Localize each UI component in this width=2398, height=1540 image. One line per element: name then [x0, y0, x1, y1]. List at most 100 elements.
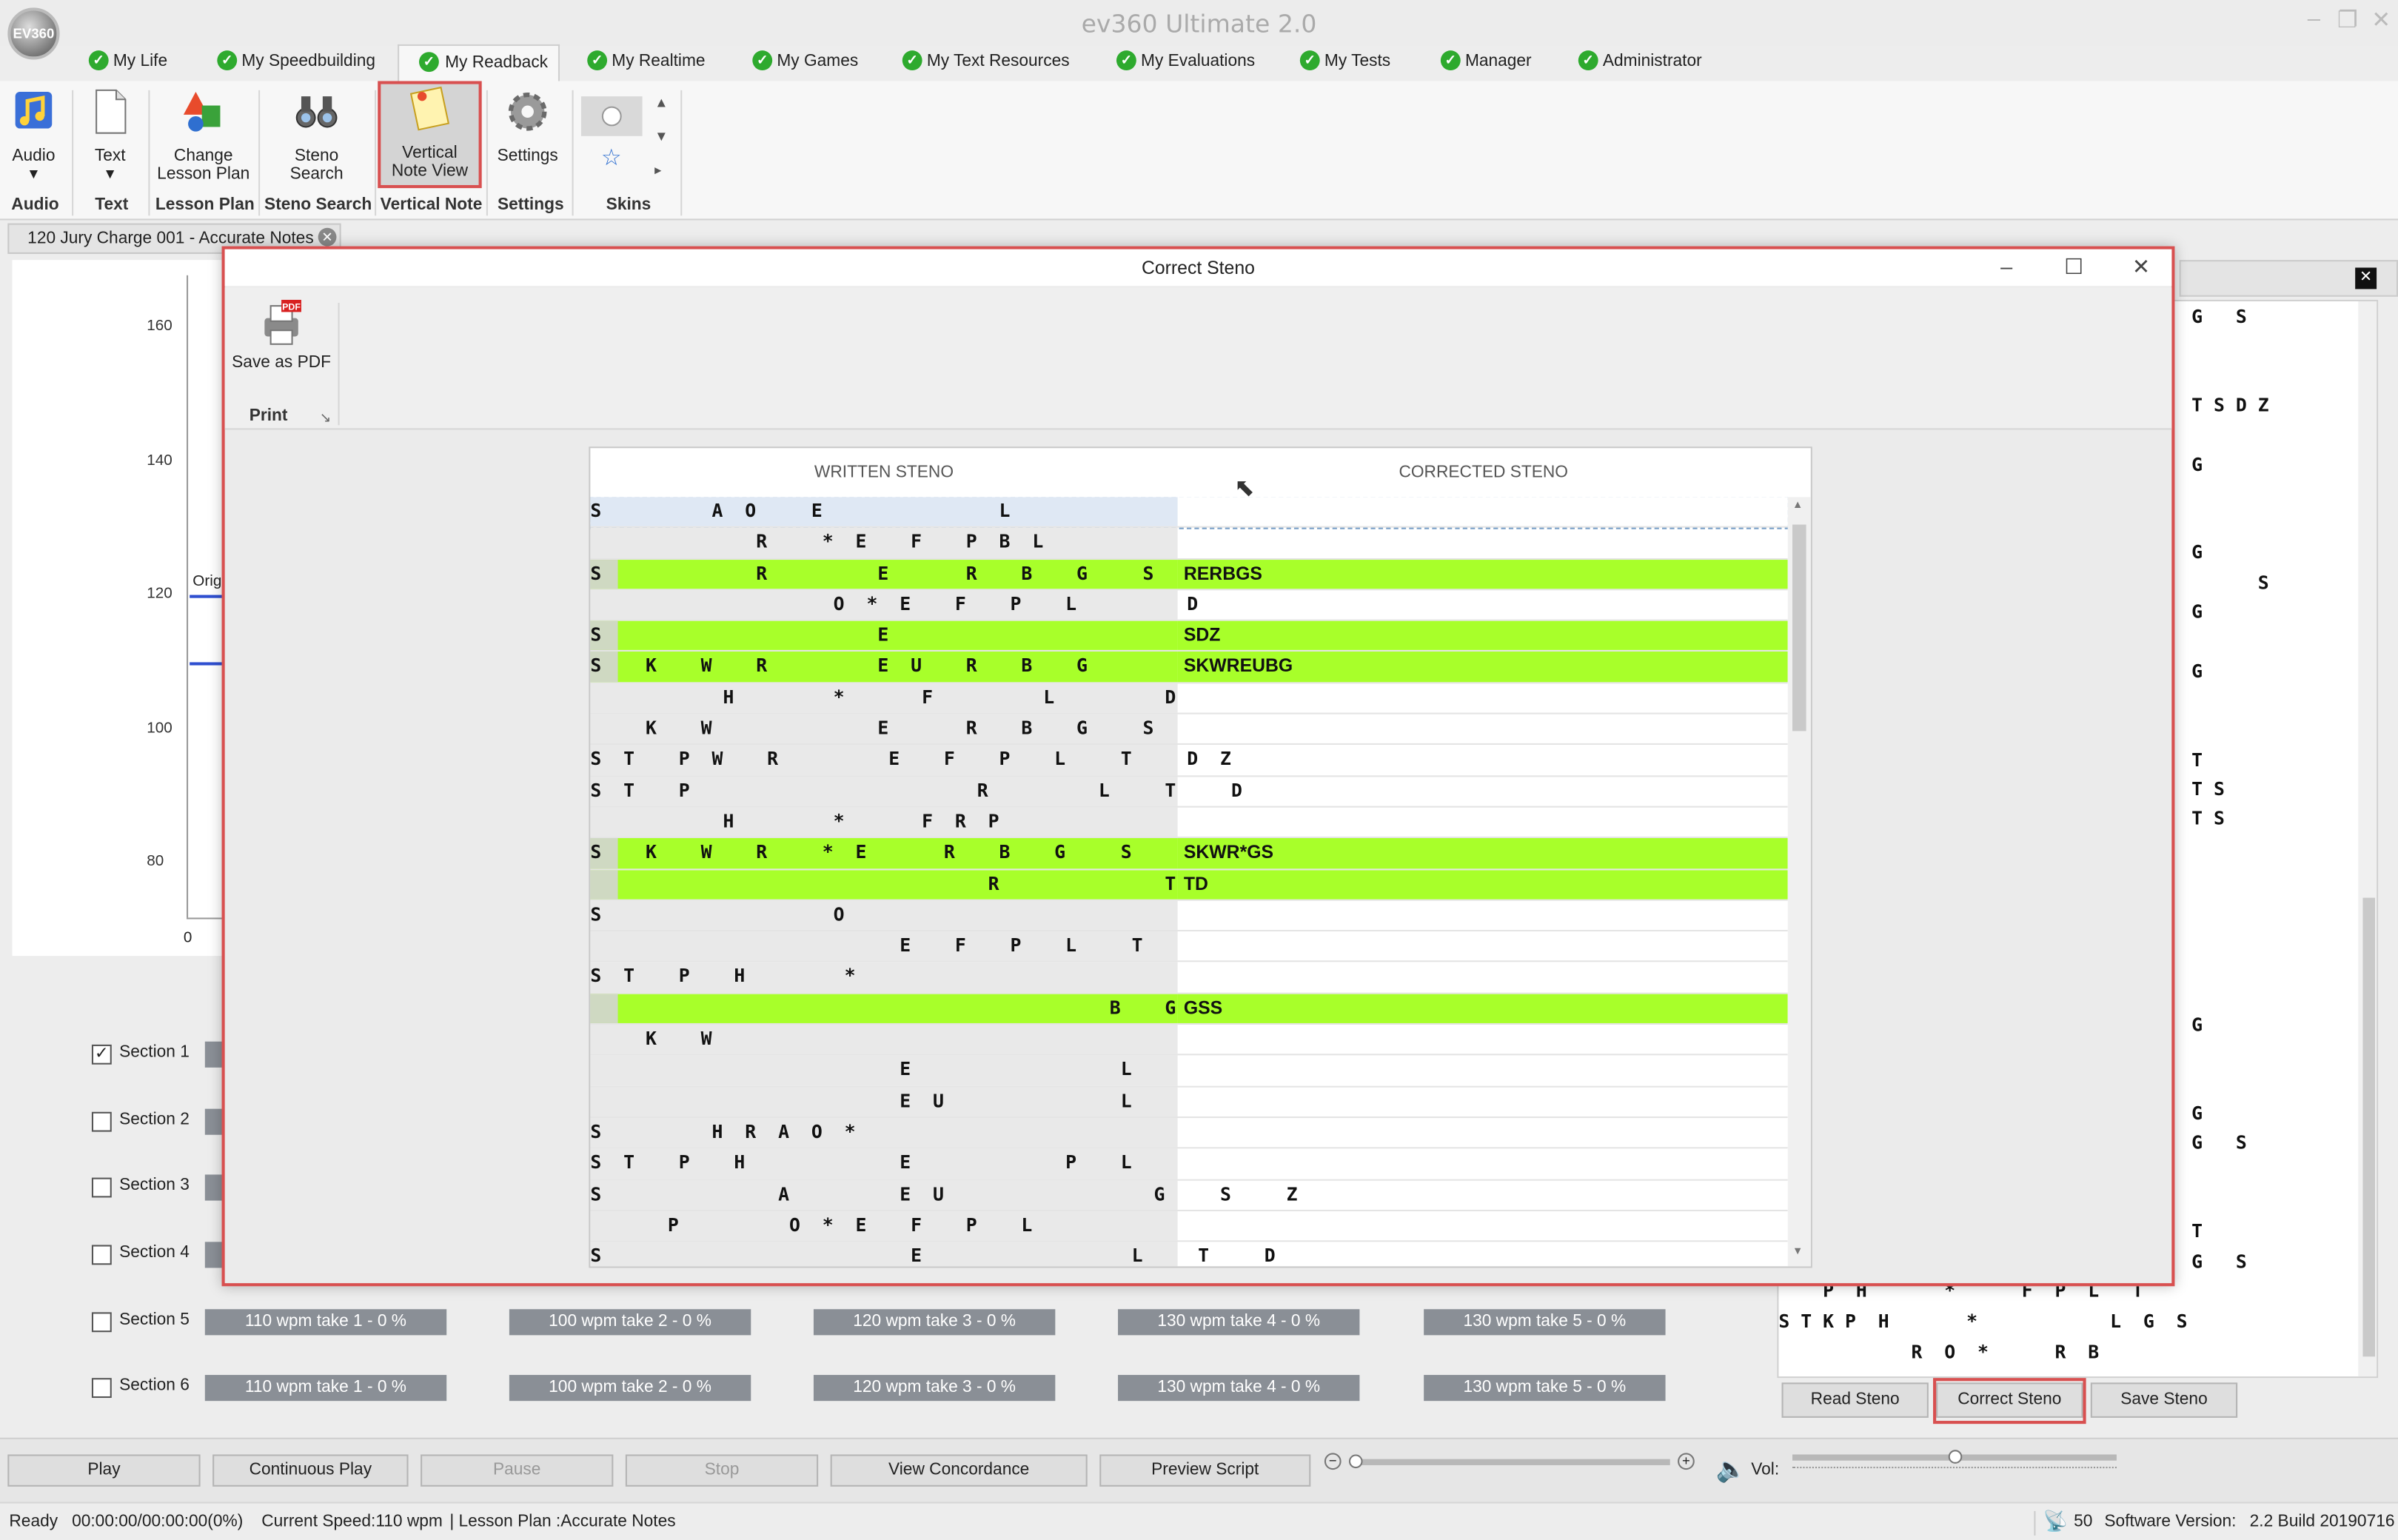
close-tab-icon[interactable]: ✕	[318, 227, 337, 247]
steno-row[interactable]: S T P W R E F P L T D Z	[590, 745, 1788, 777]
pause-button[interactable]: Pause	[421, 1454, 614, 1487]
steno-row[interactable]: H * F R P	[590, 807, 1788, 839]
take-button[interactable]: 100 wpm take 2 - 0 %	[509, 1309, 751, 1336]
corrected-steno-cell[interactable]	[1178, 683, 1788, 713]
take-button[interactable]	[204, 1041, 224, 1068]
star-icon[interactable]: ☆	[601, 144, 622, 171]
tab-my-tests[interactable]: ✓ My Tests	[1299, 44, 1390, 81]
dialog-maximize-button[interactable]: ☐	[2051, 250, 2097, 287]
steno-row[interactable]: R T D TD	[590, 869, 1788, 901]
steno-row[interactable]: E L	[590, 1056, 1788, 1087]
volume-handle[interactable]	[1948, 1450, 1963, 1464]
notes-scrollbar[interactable]	[2358, 301, 2377, 1377]
corrected-steno-cell[interactable]: RERBGS	[1177, 559, 1788, 589]
corrected-steno-cell[interactable]	[1178, 497, 1788, 526]
steno-row[interactable]: S E D Z SDZ	[590, 621, 1788, 652]
tab-my-speedbuilding[interactable]: ✓ My Speedbuilding	[217, 44, 375, 81]
stop-button[interactable]: Stop	[625, 1454, 819, 1487]
volume-slider[interactable]	[1792, 1450, 2117, 1464]
take-button[interactable]	[204, 1242, 224, 1268]
section-checkbox[interactable]	[91, 1312, 112, 1333]
audio-button[interactable]: Audio ▾	[6, 87, 61, 184]
speaker-icon[interactable]: 🔈	[1716, 1454, 1746, 1484]
corrected-steno-cell[interactable]	[1178, 1180, 1788, 1210]
slider-handle[interactable]	[1348, 1454, 1363, 1469]
steno-search-button[interactable]: Steno Search	[278, 87, 355, 184]
steno-row[interactable]: K W E R B G S	[590, 714, 1788, 746]
take-button[interactable]: 100 wpm take 2 - 0 %	[509, 1375, 751, 1402]
close-button[interactable]: ✕	[2365, 6, 2398, 36]
corrected-steno-cell[interactable]	[1178, 962, 1788, 992]
steno-row[interactable]: S O	[590, 900, 1788, 932]
corrected-steno-cell[interactable]	[1178, 900, 1788, 930]
grid-scrollbar[interactable]: ▲ ▼	[1787, 497, 1811, 1267]
app-logo[interactable]: EV360	[7, 7, 60, 60]
corrected-steno-cell[interactable]	[1178, 590, 1788, 620]
corrected-steno-cell[interactable]	[1178, 777, 1788, 806]
section-checkbox[interactable]: ✓	[91, 1044, 112, 1065]
zoom-in-icon[interactable]: +	[1678, 1453, 1695, 1470]
tab-my-readback[interactable]: ✓ My Readback	[398, 44, 560, 81]
corrected-steno-cell[interactable]	[1178, 528, 1788, 558]
steno-row[interactable]: R * E F P B L	[590, 528, 1788, 560]
tab-my-realtime[interactable]: ✓ My Realtime	[587, 44, 706, 81]
take-button[interactable]	[204, 1108, 224, 1135]
zoom-out-icon[interactable]: −	[1324, 1453, 1342, 1470]
section-checkbox[interactable]	[91, 1177, 112, 1198]
corrected-steno-cell[interactable]	[1178, 1118, 1788, 1148]
corrected-steno-cell[interactable]	[1178, 931, 1788, 961]
corrected-steno-cell[interactable]: SKWR*GS	[1177, 838, 1788, 868]
corrected-steno-cell[interactable]	[1178, 1087, 1788, 1116]
take-button[interactable]: 130 wpm take 5 - 0 %	[1424, 1309, 1666, 1336]
corrected-steno-cell[interactable]	[1178, 746, 1788, 775]
scroll-up-icon[interactable]: ▲	[1792, 500, 1803, 510]
steno-row[interactable]: P O * E F P L	[590, 1211, 1788, 1242]
corrected-steno-cell[interactable]	[1178, 1242, 1788, 1267]
close-panel-icon[interactable]: ✕	[2355, 267, 2377, 289]
scroll-thumb[interactable]	[1792, 524, 1806, 732]
steno-row[interactable]: S T P H E P L	[590, 1148, 1788, 1180]
steno-row[interactable]: S T P H *	[590, 962, 1788, 994]
corrected-steno-cell[interactable]	[1178, 1056, 1788, 1085]
restore-button[interactable]: ❐	[2331, 6, 2364, 36]
take-button[interactable]: 130 wpm take 4 - 0 %	[1118, 1309, 1360, 1336]
corrected-steno-cell[interactable]: TD	[1177, 869, 1788, 900]
position-slider[interactable]	[1348, 1454, 1670, 1469]
take-button[interactable]: 110 wpm take 1 - 0 %	[204, 1309, 447, 1336]
scroll-thumb[interactable]	[2362, 897, 2376, 1357]
change-lesson-plan-button[interactable]: Change Lesson Plan	[156, 87, 251, 184]
steno-row[interactable]: S T P R L T D	[590, 776, 1788, 808]
section-checkbox[interactable]	[91, 1111, 112, 1132]
steno-row[interactable]: S H R A O *	[590, 1117, 1788, 1149]
take-button[interactable]: 130 wpm take 5 - 0 %	[1424, 1375, 1666, 1402]
corrected-steno-cell[interactable]	[1178, 808, 1788, 837]
corrected-steno-cell[interactable]	[1178, 714, 1788, 744]
dialog-minimize-button[interactable]: –	[1983, 250, 2029, 287]
preview-script-button[interactable]: Preview Script	[1099, 1454, 1311, 1487]
save-steno-button[interactable]: Save Steno	[2090, 1382, 2238, 1418]
tab-my-games[interactable]: ✓ My Games	[752, 44, 858, 81]
steno-row[interactable]: S K W R * E R B G S SKWR*GS	[590, 838, 1788, 870]
corrected-steno-cell[interactable]	[1178, 1149, 1788, 1179]
steno-row[interactable]: E F P L T	[590, 931, 1788, 963]
section-checkbox[interactable]	[91, 1378, 112, 1399]
tab-manager[interactable]: ✓ Manager	[1440, 44, 1532, 81]
settings-button[interactable]: Settings	[492, 87, 563, 165]
minimize-button[interactable]: –	[2297, 6, 2331, 36]
tab-my-evaluations[interactable]: ✓ My Evaluations	[1116, 44, 1255, 81]
corrected-steno-cell[interactable]: GSS	[1177, 994, 1788, 1024]
tab-my-life[interactable]: ✓ My Life	[88, 44, 167, 81]
steno-row[interactable]: O * E F P L D	[590, 590, 1788, 622]
read-steno-button[interactable]: Read Steno	[1781, 1382, 1929, 1418]
steno-row[interactable]: S E L T D	[590, 1242, 1787, 1267]
text-button[interactable]: Text ▾	[83, 87, 138, 184]
scroll-down-icon[interactable]: ▼	[1792, 1247, 1803, 1257]
play-button[interactable]: Play	[7, 1454, 201, 1487]
skin-swatch-gray[interactable]	[580, 96, 643, 136]
steno-row[interactable]: B G GSS	[590, 994, 1788, 1025]
steno-row[interactable]: S A E U G S Z	[590, 1179, 1788, 1211]
take-button[interactable]: 110 wpm take 1 - 0 %	[204, 1375, 447, 1402]
save-as-pdf-button[interactable]: PDF Save as PDF	[231, 299, 332, 372]
steno-row[interactable]: S R E R B G S RERBGS	[590, 559, 1788, 591]
take-button[interactable]	[204, 1174, 224, 1201]
